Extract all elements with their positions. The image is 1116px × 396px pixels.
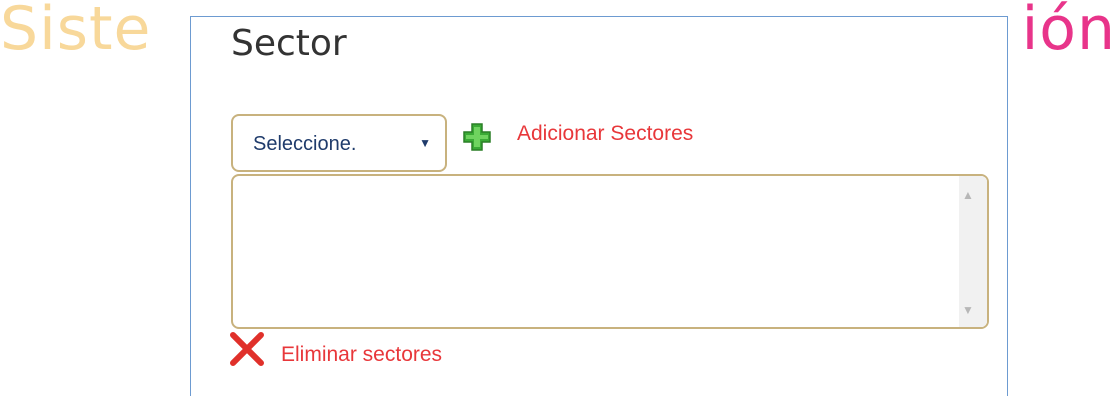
select-value: Seleccione.	[253, 133, 357, 155]
sectors-listbox[interactable]: ▲ ▼	[231, 174, 989, 329]
background-title-right: ión	[1021, 0, 1116, 64]
dialog-title: Sector	[231, 23, 347, 64]
sector-dialog: Sector Seleccione. ▼ Adicionar Sectores …	[190, 16, 1008, 396]
sector-select[interactable]: Seleccione. ▼	[231, 114, 447, 172]
add-sectors-link[interactable]: Adicionar Sectores	[517, 122, 693, 146]
plus-icon[interactable]	[459, 119, 495, 155]
scroll-up-icon[interactable]: ▲	[962, 188, 974, 202]
listbox-scrollbar[interactable]: ▲ ▼	[953, 176, 987, 327]
chevron-down-icon: ▼	[419, 136, 431, 150]
remove-sectors-link[interactable]: Eliminar sectores	[281, 343, 442, 367]
scroll-down-icon[interactable]: ▼	[962, 303, 974, 317]
background-title-left: Siste	[0, 0, 152, 64]
x-icon[interactable]	[227, 329, 267, 369]
